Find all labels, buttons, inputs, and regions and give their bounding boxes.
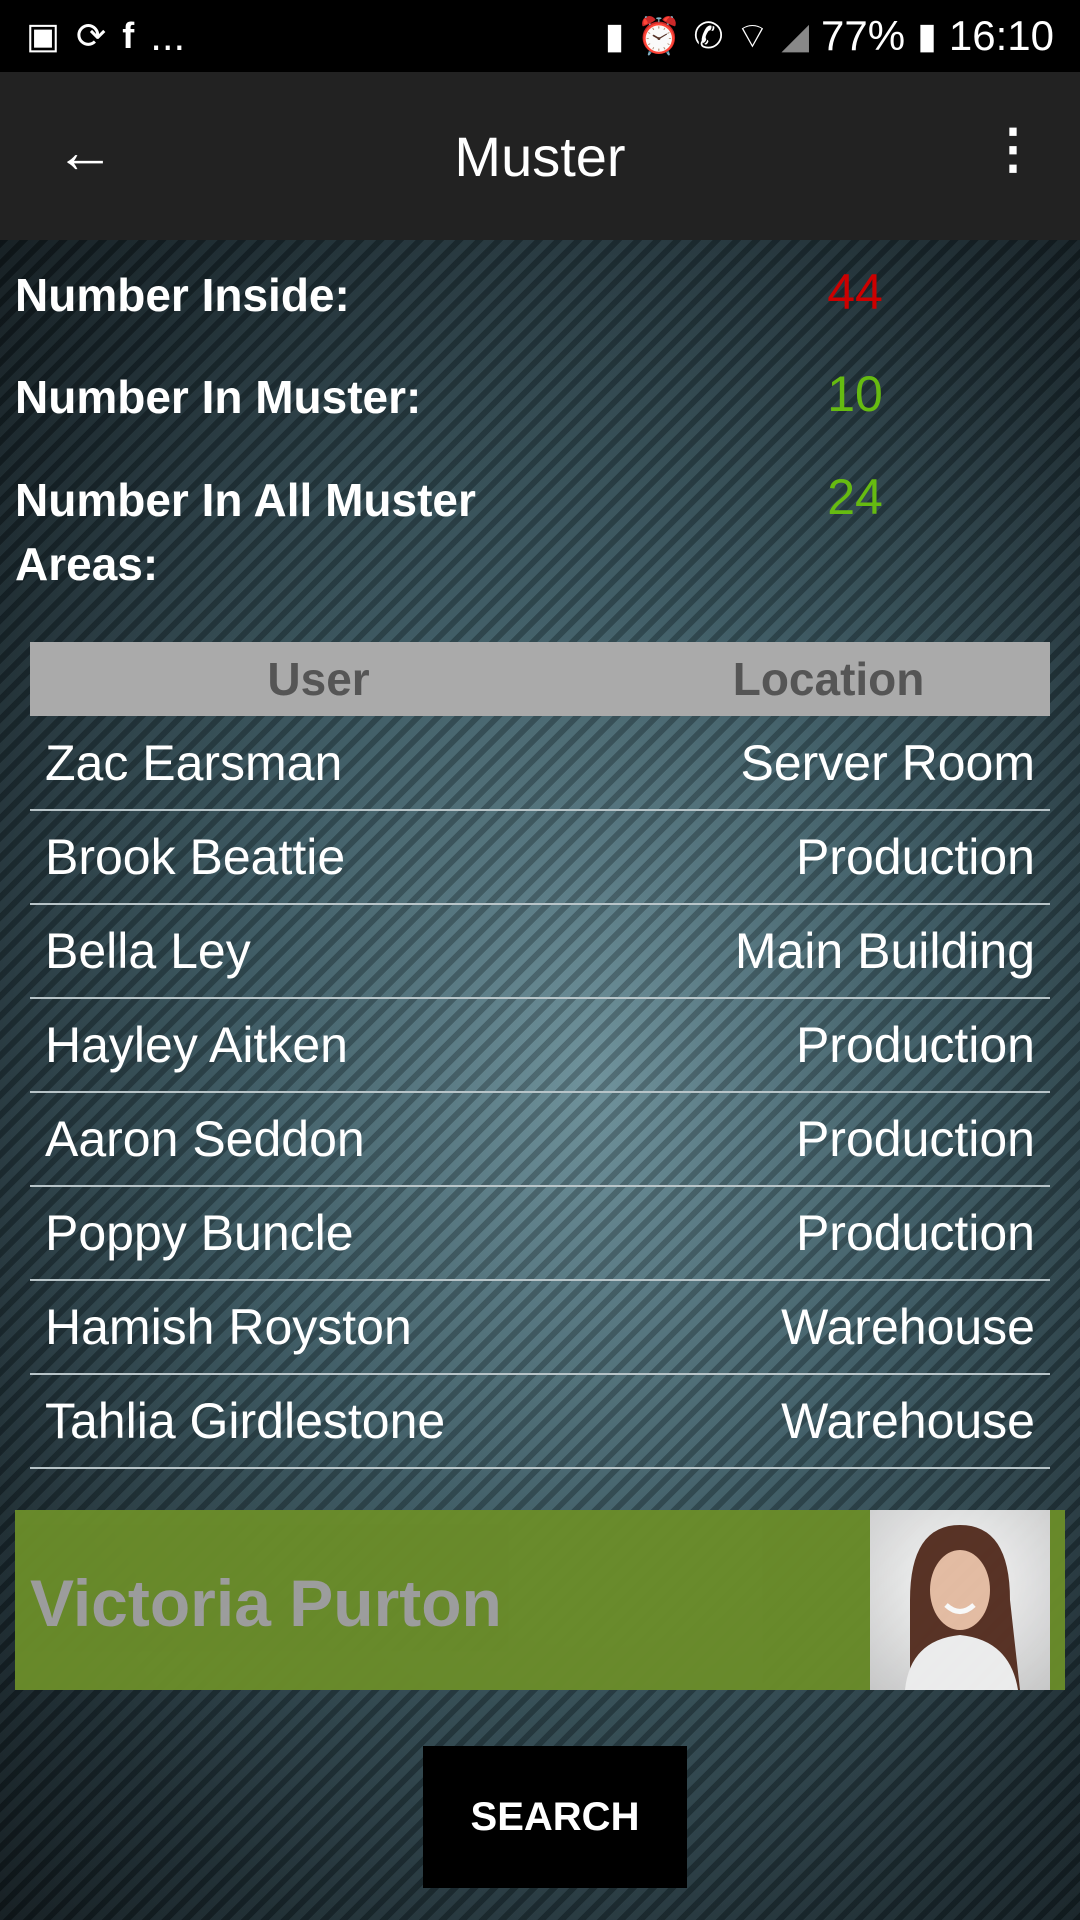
user-cell: Hamish Royston [30,1280,608,1375]
user-cell: Aaron Seddon [30,1092,608,1187]
header-location: Location [607,642,1050,716]
page-title: Muster [454,125,626,188]
wifi-icon: ⌔ [735,15,770,56]
main-content: Number Inside: 44 Number In Muster: 10 N… [0,240,1080,1920]
sync-icon: ⟳ [76,15,107,56]
user-cell: Brook Beattie [30,810,608,905]
location-cell: Warehouse [607,1374,1050,1469]
location-cell: Production [607,1092,1050,1187]
facebook-icon: f [122,15,135,56]
signal-icon: ◢ [781,15,810,56]
stat-all-muster-areas-label: Number In All Muster Areas: [15,474,476,590]
more-notifications-icon: ... [150,12,186,59]
more-vert-icon[interactable]: ⋮ [986,122,1040,176]
table-row[interactable]: Poppy Buncle Production [30,1186,1050,1281]
user-photo [870,1510,1050,1690]
current-user-banner: Victoria Purton [15,1510,1065,1690]
stat-number-inside-label: Number Inside: [15,269,350,321]
table-row[interactable]: Hayley Aitken Production [30,998,1050,1093]
stat-all-muster-areas-value: 24 [827,469,883,525]
table-row[interactable]: Tahlia Girdlestone Warehouse [30,1374,1050,1469]
clock: 16:10 [948,12,1054,59]
app-bar: ← Muster ⋮ [0,72,1080,240]
table-row[interactable]: Hamish Royston Warehouse [30,1280,1050,1375]
user-cell: Tahlia Girdlestone [30,1374,608,1469]
location-cell: Production [607,998,1050,1093]
header-user: User [30,642,608,716]
location-cell: Main Building [607,904,1050,999]
table-row[interactable]: Bella Ley Main Building [30,904,1050,999]
search-button[interactable]: SEARCH [423,1746,687,1888]
user-cell: Zac Earsman [30,716,608,811]
status-bar: ▣ ⟳ f ... ▮ ⏰ ✆ ⌔ ◢ 77% ▮ 16:10 [0,0,1080,72]
stat-number-in-muster-label: Number In Muster: [15,371,422,423]
battery-saver-icon: ▮ [604,15,625,56]
location-cell: Production [607,1186,1050,1281]
alarm-icon: ⏰ [636,15,682,56]
stat-number-inside-value: 44 [827,264,883,320]
table-row[interactable]: Aaron Seddon Production [30,1092,1050,1187]
stat-number-in-muster-value: 10 [827,366,883,422]
muster-table: User Location Zac Earsman Server Room Broo… [30,642,1050,1469]
location-cell: Production [607,810,1050,905]
user-cell: Poppy Buncle [30,1186,608,1281]
battery-icon: ▮ [917,15,937,56]
user-cell: Hayley Aitken [30,998,608,1093]
battery-level: 77% [821,12,906,59]
user-cell: Bella Ley [30,904,608,999]
current-user-name: Victoria Purton [30,1566,502,1640]
wifi-call-icon: ✆ [693,15,724,56]
location-cell: Warehouse [607,1280,1050,1375]
table-row[interactable]: Brook Beattie Production [30,810,1050,905]
image-icon: ▣ [26,15,61,56]
location-cell: Server Room [607,716,1050,811]
table-row[interactable]: Zac Earsman Server Room [30,716,1050,811]
